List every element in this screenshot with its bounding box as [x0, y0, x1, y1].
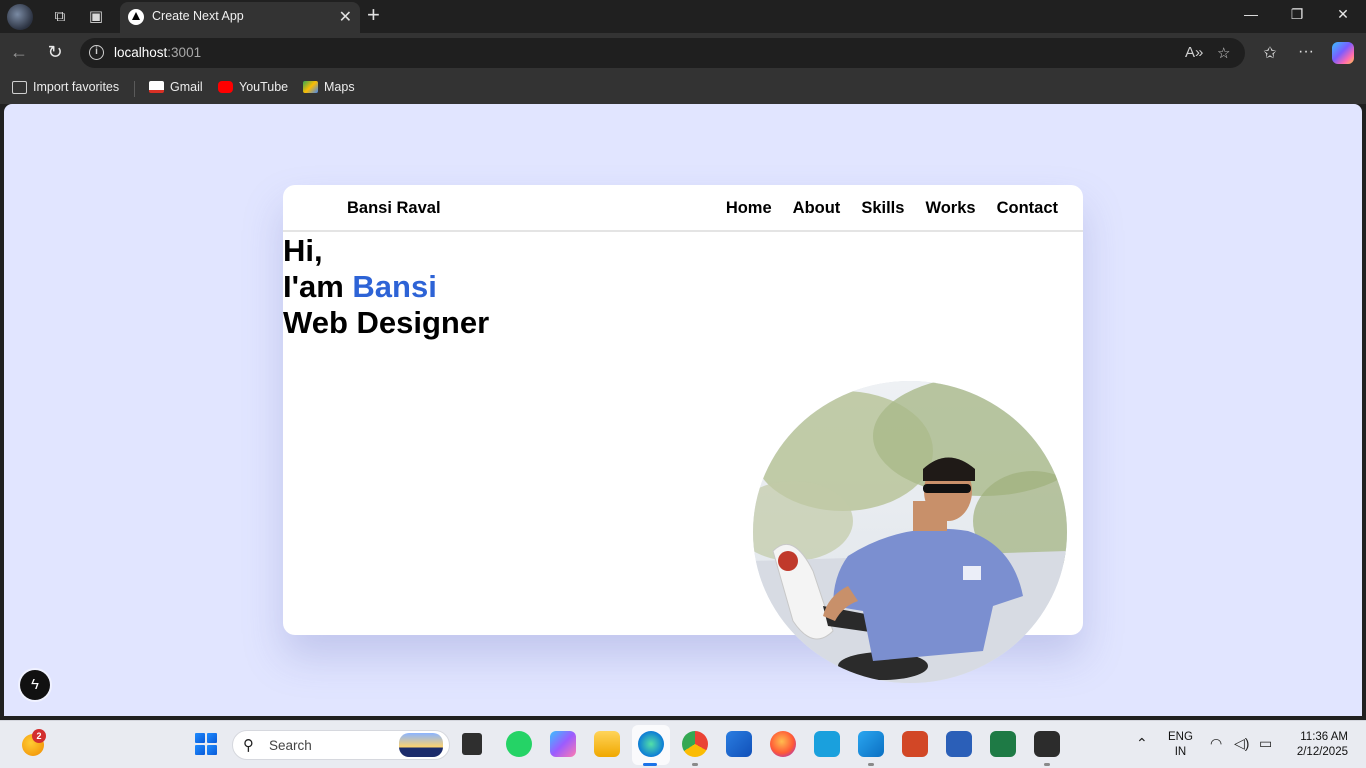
hero-intro: I'am Bansi: [283, 269, 489, 305]
notification-badge: 2: [32, 729, 46, 743]
hero-intro-prefix: I'am: [283, 269, 353, 304]
terminal-icon[interactable]: [1034, 731, 1060, 757]
site-navbar: Bansi Raval Home About Skills Works Cont…: [283, 185, 1083, 232]
clock-date: 2/12/2025: [1296, 746, 1348, 758]
favorites-divider: [134, 81, 135, 97]
show-hidden-icons-chevron-icon[interactable]: ⌃: [1136, 735, 1148, 752]
page-viewport: Bansi Raval Home About Skills Works Cont…: [4, 104, 1362, 716]
windows-taskbar: 2 ⚲ Search ⌃ ENG IN ◠ ◁) ▭ 11:36 AM 2/12…: [0, 720, 1366, 768]
fav-label: YouTube: [239, 80, 289, 94]
chrome-icon[interactable]: [682, 731, 708, 757]
nextjs-dev-tools-button[interactable]: ϟ: [20, 670, 50, 700]
minimize-button[interactable]: —: [1241, 6, 1261, 22]
powerpoint-icon[interactable]: [902, 731, 928, 757]
fav-gmail[interactable]: Gmail: [149, 80, 203, 94]
battery-icon[interactable]: ▭: [1259, 735, 1272, 752]
nav-skills[interactable]: Skills: [861, 199, 904, 218]
firefox-icon[interactable]: [770, 731, 796, 757]
fav-label: Import favorites: [33, 80, 120, 94]
fav-label: Maps: [324, 80, 355, 94]
url-port: :3001: [167, 45, 202, 60]
whatsapp-icon[interactable]: [506, 731, 532, 757]
nav-menu: Home About Skills Works Contact: [726, 199, 1058, 218]
favorites-list-icon[interactable]: ✩: [1260, 43, 1280, 63]
microsoft-store-icon[interactable]: [726, 731, 752, 757]
url-text[interactable]: localhost:3001: [114, 45, 201, 60]
nav-contact[interactable]: Contact: [997, 199, 1058, 218]
url-host: localhost: [114, 45, 168, 60]
nav-works[interactable]: Works: [925, 199, 975, 218]
word-icon[interactable]: [946, 731, 972, 757]
profile-photo-illustration: [753, 381, 1067, 683]
favorite-star-icon[interactable]: ☆: [1217, 44, 1230, 62]
tab-close-icon[interactable]: ✕: [339, 7, 352, 27]
fav-import-favorites[interactable]: Import favorites: [12, 80, 119, 94]
gmail-icon: [149, 81, 164, 93]
search-icon: ⚲: [243, 737, 254, 754]
site-brand[interactable]: Bansi Raval: [347, 199, 441, 218]
volume-icon[interactable]: ◁): [1234, 735, 1249, 752]
file-explorer-icon[interactable]: [594, 731, 620, 757]
workspaces-icon[interactable]: ⧉: [50, 7, 70, 27]
input-language-indicator[interactable]: ENG IN: [1168, 730, 1193, 760]
notepad-icon[interactable]: [814, 731, 840, 757]
read-aloud-icon[interactable]: A»: [1185, 44, 1203, 61]
start-button[interactable]: [195, 733, 217, 755]
fav-youtube[interactable]: YouTube: [218, 80, 288, 94]
system-clock[interactable]: 11:36 AM 2/12/2025: [1288, 730, 1348, 760]
tab-title: Create Next App: [152, 9, 244, 23]
address-bar[interactable]: i localhost:3001 A» ☆: [80, 38, 1245, 68]
task-view-icon[interactable]: [462, 733, 482, 755]
new-tab-button[interactable]: +: [367, 4, 380, 26]
lang-region: IN: [1174, 746, 1187, 758]
profile-photo: [753, 381, 1067, 683]
browser-tab-bar: ⧉ ▣ Create Next App ✕ + — ❐ ✕: [0, 0, 1366, 33]
edge-icon[interactable]: [638, 731, 664, 757]
import-icon: [12, 80, 27, 94]
excel-icon[interactable]: [990, 731, 1016, 757]
vscode-icon[interactable]: [858, 731, 884, 757]
fav-label: Gmail: [170, 80, 203, 94]
back-arrow-icon[interactable]: ←: [8, 42, 30, 63]
edge-active-indicator: [643, 763, 657, 766]
address-toolbar: ← ↻ i localhost:3001 A» ☆ ✩ ···: [0, 33, 1366, 73]
vscode-running-indicator: [868, 763, 874, 766]
terminal-running-indicator: [1044, 763, 1050, 766]
nav-about[interactable]: About: [793, 199, 841, 218]
active-tab[interactable]: Create Next App ✕: [120, 2, 360, 33]
wifi-icon[interactable]: ◠: [1210, 735, 1222, 752]
copilot-app-icon[interactable]: [550, 731, 576, 757]
taskbar-search[interactable]: ⚲ Search: [232, 730, 450, 760]
tab-actions-icon[interactable]: ▣: [86, 7, 106, 27]
chrome-running-indicator: [692, 763, 698, 766]
site-info-icon[interactable]: i: [89, 45, 104, 60]
refresh-icon[interactable]: ↻: [44, 42, 66, 63]
clock-time: 11:36 AM: [1300, 731, 1348, 743]
favorites-bar: Import favorites Gmail YouTube Maps: [0, 73, 1366, 104]
more-options-icon[interactable]: ···: [1296, 43, 1316, 61]
lang-code: ENG: [1168, 731, 1193, 743]
fav-maps[interactable]: Maps: [303, 80, 355, 94]
nextjs-favicon-icon: [128, 9, 144, 25]
search-label: Search: [269, 738, 312, 753]
hero-name: Bansi: [352, 269, 437, 304]
hero-greeting: Hi,: [283, 233, 323, 268]
window-close-button[interactable]: ✕: [1333, 6, 1353, 23]
hero-heading: Hi, I'am Bansi Web Designer: [283, 233, 489, 341]
search-highlight-art: [399, 733, 443, 757]
nav-home[interactable]: Home: [726, 199, 772, 218]
profile-avatar[interactable]: [7, 4, 33, 30]
copilot-icon[interactable]: [1332, 42, 1354, 64]
hero-role: Web Designer: [283, 305, 490, 340]
youtube-icon: [218, 81, 233, 93]
maps-icon: [303, 81, 318, 93]
restore-button[interactable]: ❐: [1287, 6, 1307, 23]
